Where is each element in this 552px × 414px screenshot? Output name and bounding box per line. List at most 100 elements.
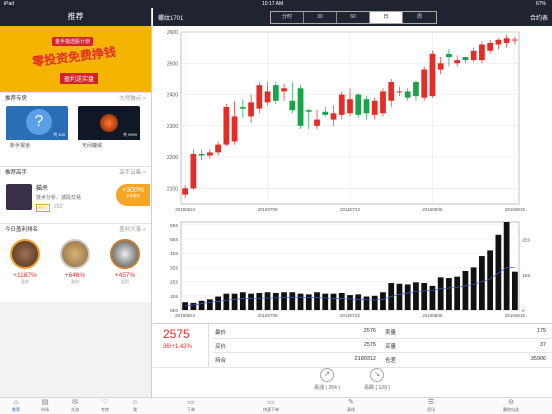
room-count: 共 9999 bbox=[122, 132, 137, 137]
galaxy-icon bbox=[100, 114, 118, 132]
ranking-item[interactable]: +1187% 盈利 bbox=[6, 239, 44, 285]
minus-icon: ⊖ bbox=[508, 399, 514, 406]
candle bbox=[347, 99, 353, 114]
date-tick-label: 20160819 bbox=[505, 207, 526, 212]
candle bbox=[479, 44, 485, 61]
candle bbox=[355, 94, 362, 115]
volume-bar bbox=[511, 271, 518, 310]
volume-bar bbox=[281, 292, 287, 310]
period-tab[interactable]: 60 bbox=[337, 12, 370, 23]
date-tick-label: 20160805 bbox=[422, 207, 443, 212]
quote-label: 持合 bbox=[215, 358, 227, 364]
volume-bar bbox=[256, 292, 263, 310]
period-tab-active[interactable]: 日 bbox=[370, 12, 403, 23]
volume-bar bbox=[429, 285, 436, 310]
fans-count: 222 bbox=[54, 204, 63, 210]
volume-tick-label: 3E6 bbox=[170, 265, 179, 270]
ranking-label: 盈利 bbox=[21, 279, 29, 284]
price-tick-label: 2500 bbox=[167, 61, 178, 67]
volume-bar bbox=[322, 293, 329, 310]
heart-icon: ♡ bbox=[101, 399, 109, 406]
ranking-pct: +1187% bbox=[13, 272, 37, 279]
candle bbox=[487, 42, 494, 51]
question-icon: ? bbox=[26, 109, 52, 135]
candle bbox=[495, 39, 502, 45]
room-card[interactable]: 共 9999 无间魔域 bbox=[78, 106, 140, 156]
candle bbox=[404, 91, 411, 98]
return-pct: +300% bbox=[122, 187, 144, 194]
candle bbox=[256, 85, 263, 109]
candle bbox=[413, 82, 419, 97]
return-label: 本年盈利 bbox=[126, 194, 140, 198]
quick-order-button[interactable]: ▭ 快速下单 bbox=[256, 399, 286, 413]
candle bbox=[305, 110, 312, 112]
ranking-item[interactable]: +646% 盈利 bbox=[56, 239, 94, 285]
volume-bar bbox=[305, 294, 312, 310]
draw-line-button[interactable]: ✎ 画线 bbox=[336, 399, 366, 413]
promo-banner[interactable]: 金手指选股计划 零投资免费挣钱 盈利送实盘 bbox=[0, 26, 151, 92]
contract-list-button[interactable]: 合约表 bbox=[530, 13, 548, 22]
tab-label: 快速下单 bbox=[263, 407, 279, 412]
volume-bar bbox=[479, 256, 485, 310]
volume-bar bbox=[446, 278, 452, 310]
pen-icon: ✎ bbox=[348, 399, 354, 406]
news-button[interactable]: ☰ 资讯 bbox=[416, 399, 446, 413]
volume-tick-label: 5E6 bbox=[170, 237, 179, 242]
recommend-title: 推荐专房 bbox=[5, 96, 28, 102]
quote-label: 仓差 bbox=[385, 358, 397, 364]
contract-title: 螺纹1701 bbox=[158, 16, 184, 22]
divider bbox=[213, 352, 552, 353]
home-icon: ⌂ bbox=[13, 399, 19, 406]
volume-bar bbox=[231, 293, 238, 310]
tab-chat[interactable]: ✉ 交流 bbox=[60, 399, 90, 413]
ranking-item[interactable]: +457% 盈利 bbox=[106, 239, 144, 285]
candle bbox=[462, 57, 469, 61]
last-price: 2575 bbox=[163, 327, 190, 341]
bullish-vote-button[interactable]: ↗ 看涨 ( 204 ) bbox=[309, 368, 345, 391]
candle bbox=[182, 188, 189, 195]
candle bbox=[446, 53, 452, 58]
device-label: iPad bbox=[4, 1, 15, 7]
banner-headline: 零投资免费挣钱 bbox=[31, 44, 117, 70]
candle bbox=[190, 153, 197, 189]
room-thumbnail: 共 9999 bbox=[78, 106, 140, 140]
tab-rooms[interactable]: ♡ 专房 bbox=[90, 399, 120, 413]
avatar bbox=[10, 239, 40, 269]
left-header: 推荐 bbox=[0, 8, 151, 26]
candle bbox=[264, 91, 271, 103]
room-card[interactable]: ? 共 100 新手报道 bbox=[6, 106, 68, 156]
tab-label: 我 bbox=[133, 407, 137, 412]
bearish-vote-button[interactable]: ↘ 看跌 ( 129 ) bbox=[359, 368, 395, 391]
tab-recommend[interactable]: ⌂ 推荐 bbox=[1, 399, 31, 413]
period-tab[interactable]: 周 bbox=[403, 12, 436, 23]
ranking-label: 盈利 bbox=[121, 279, 129, 284]
volume-tick-label: 2E6 bbox=[170, 280, 179, 285]
candle bbox=[454, 60, 461, 64]
remove-watchlist-button[interactable]: ⊖ 删除自选 bbox=[496, 399, 526, 413]
quote-value: 35906 bbox=[530, 356, 546, 362]
price-tick-label: 2100 bbox=[167, 186, 178, 192]
battery-level: 67% bbox=[535, 1, 546, 7]
tab-me[interactable]: ☺ 我 bbox=[120, 399, 150, 413]
volume-bar bbox=[347, 295, 353, 310]
divider bbox=[153, 367, 552, 368]
tab-market[interactable]: ▤ 市场 bbox=[30, 399, 60, 413]
period-tab[interactable]: 分时 bbox=[271, 12, 304, 23]
volume-bar bbox=[239, 292, 246, 310]
volume-bar bbox=[289, 292, 296, 310]
expert-desc: 技术分析、波段交易 bbox=[36, 195, 82, 201]
chat-icon: ✉ bbox=[72, 399, 78, 406]
candle bbox=[314, 119, 320, 126]
order-icon: ▭ bbox=[187, 399, 195, 406]
quote-label: 买量 bbox=[385, 344, 397, 350]
room-name: 无间魔域 bbox=[78, 140, 140, 156]
chart-icon: ▤ bbox=[41, 399, 49, 406]
order-button[interactable]: ▭ 下单 bbox=[176, 399, 206, 413]
volume-bar bbox=[371, 295, 378, 310]
period-tab[interactable]: 30 bbox=[304, 12, 337, 23]
expert-item[interactable]: 猫杀 技术分析、波段交易 粉丝 222 +300% 本年盈利 bbox=[0, 178, 151, 223]
volume-bar bbox=[404, 284, 411, 310]
candle bbox=[330, 113, 337, 120]
news-icon: ☰ bbox=[427, 399, 435, 406]
candle bbox=[289, 100, 296, 111]
